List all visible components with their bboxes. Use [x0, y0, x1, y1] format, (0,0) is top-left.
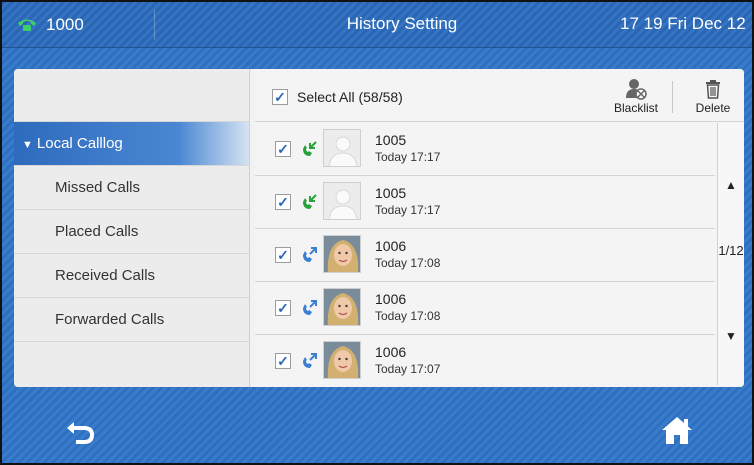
received-call-icon	[303, 141, 317, 156]
default-avatar	[323, 129, 361, 167]
account-label: 1000	[46, 15, 84, 34]
call-time: Today 17:07	[375, 362, 441, 376]
account-indicator: 1000	[16, 14, 84, 36]
toolbar: ✓ Select All (58/58) Blacklist Delete	[255, 69, 744, 122]
sidebar-item-received-calls[interactable]: Received Calls	[14, 254, 249, 298]
expand-triangle-icon: ▼	[22, 139, 33, 151]
sidebar-header	[14, 69, 249, 122]
sidebar-item-placed-calls[interactable]: Placed Calls	[14, 210, 249, 254]
sidebar-item-label: Placed Calls	[55, 223, 139, 240]
row-checkbox[interactable]: ✓	[275, 353, 291, 369]
placed-call-icon	[303, 247, 317, 262]
pager: ▲ 1/12 ▼	[717, 123, 744, 385]
row-checkbox[interactable]: ✓	[275, 141, 291, 157]
back-arrow-icon[interactable]	[64, 416, 98, 446]
photo-avatar	[323, 235, 361, 273]
page-indicator: 1/12	[718, 243, 744, 258]
call-time: Today 17:17	[375, 150, 441, 164]
photo-avatar	[323, 341, 361, 379]
blacklist-label: Blacklist	[613, 101, 658, 115]
trash-icon	[706, 80, 720, 99]
phone-icon	[18, 19, 36, 31]
delete-button[interactable]: Delete	[685, 77, 741, 115]
photo-avatar	[323, 288, 361, 326]
call-number: 1005	[375, 185, 407, 201]
select-all-checkbox[interactable]: ✓ Select All (58/58)	[272, 89, 403, 105]
select-all-label: Select All (58/58)	[297, 89, 403, 105]
delete-label: Delete	[695, 101, 731, 115]
sidebar-item-label: Missed Calls	[55, 179, 141, 196]
sidebar-item-label: Received Calls	[55, 267, 156, 284]
placed-call-icon	[303, 353, 317, 368]
calllog-content: ✓ Select All (58/58) Blacklist Delete ✓ …	[255, 69, 744, 387]
status-bar: 1000 History Setting 17 19 Fri Dec 12	[2, 2, 752, 48]
clock: 17 19 Fri Dec 12	[620, 14, 746, 33]
call-time: Today 17:17	[375, 203, 441, 217]
triangle-down-icon[interactable]: ▼	[718, 329, 744, 343]
row-checkbox[interactable]: ✓	[275, 194, 291, 210]
sidebar-item-label: Forwarded Calls	[55, 311, 165, 328]
call-number: 1006	[375, 344, 407, 360]
call-number: 1006	[375, 238, 407, 254]
call-list: ✓ 1005 Today 17:17 ✓ 1005 Today 17:17 ✓ …	[255, 123, 715, 387]
call-list-item[interactable]: ✓ 1005 Today 17:17	[255, 123, 715, 176]
call-time: Today 17:08	[375, 256, 441, 270]
row-checkbox[interactable]: ✓	[275, 247, 291, 263]
row-checkbox[interactable]: ✓	[275, 300, 291, 316]
status-divider	[154, 10, 155, 40]
home-icon[interactable]	[660, 414, 694, 446]
history-panel: ▼ Local Calllog Missed Calls Placed Calls…	[14, 69, 744, 387]
received-call-icon	[303, 194, 317, 209]
phone-screen: 1000 History Setting 17 19 Fri Dec 12 ▼ L…	[0, 0, 754, 465]
placed-call-icon	[303, 300, 317, 315]
call-number: 1005	[375, 132, 407, 148]
blacklist-button[interactable]: Blacklist	[608, 77, 664, 115]
checkbox-checked-icon: ✓	[272, 89, 288, 105]
call-number: 1006	[375, 291, 407, 307]
sidebar-item-missed-calls[interactable]: Missed Calls	[14, 166, 249, 210]
call-list-item[interactable]: ✓	[255, 229, 715, 282]
sidebar: ▼ Local Calllog Missed Calls Placed Calls…	[14, 69, 250, 387]
call-list-item[interactable]: ✓	[255, 335, 715, 387]
call-list-item[interactable]: ✓	[255, 282, 715, 335]
triangle-up-icon[interactable]: ▲	[718, 178, 744, 192]
sidebar-item-local-calllog[interactable]: ▼ Local Calllog	[14, 122, 249, 166]
call-list-item[interactable]: ✓ 1005 Today 17:17	[255, 176, 715, 229]
blacklist-icon	[626, 79, 647, 100]
sidebar-item-label: Local Calllog	[36, 135, 123, 152]
sidebar-item-forwarded-calls[interactable]: Forwarded Calls	[14, 298, 249, 342]
page-title: History Setting	[346, 14, 458, 33]
toolbar-divider	[672, 81, 673, 113]
call-time: Today 17:08	[375, 309, 441, 323]
default-avatar	[323, 182, 361, 220]
